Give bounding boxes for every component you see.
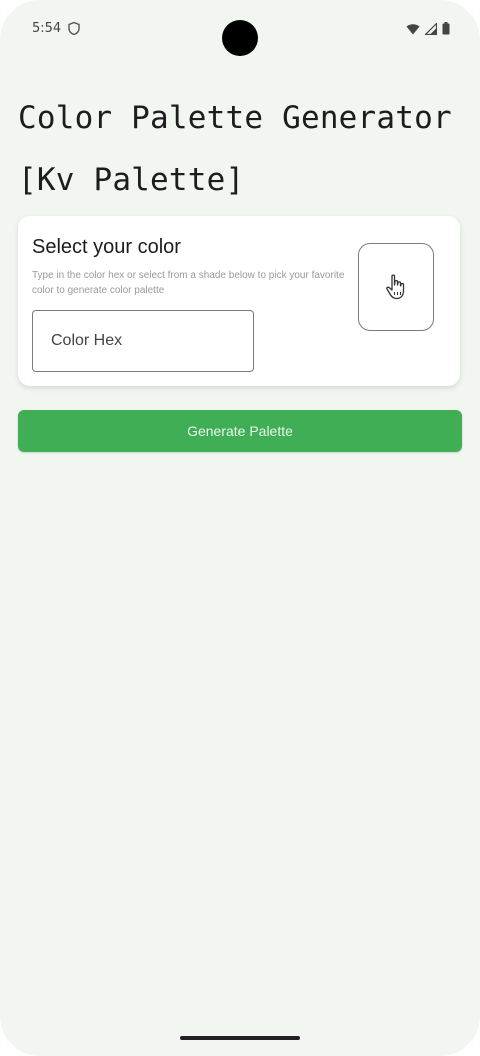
pointing-hand-icon (386, 274, 405, 300)
status-time: 5:54 (32, 21, 62, 36)
signal-icon (425, 22, 437, 35)
app-screen: 5:54 Color Palette Generator [Kv Palette… (0, 0, 480, 1056)
card-description: Type in the color hex or select from a s… (32, 270, 345, 296)
page-title: Color Palette Generator (18, 100, 452, 136)
gesture-nav-bar[interactable] (180, 1036, 300, 1040)
card-title: Select your color (32, 236, 181, 258)
generate-palette-button[interactable]: Generate Palette (18, 410, 462, 452)
camera-cutout (222, 20, 258, 56)
shield-icon (68, 22, 80, 35)
page-subtitle: [Kv Palette] (18, 162, 245, 198)
battery-icon (442, 22, 450, 35)
color-picker-button[interactable] (358, 243, 434, 331)
color-select-card: Select your color Type in the color hex … (18, 216, 460, 386)
color-hex-input[interactable] (32, 310, 254, 372)
status-icons (406, 22, 450, 35)
status-bar: 5:54 (0, 0, 480, 56)
wifi-icon (406, 23, 420, 34)
